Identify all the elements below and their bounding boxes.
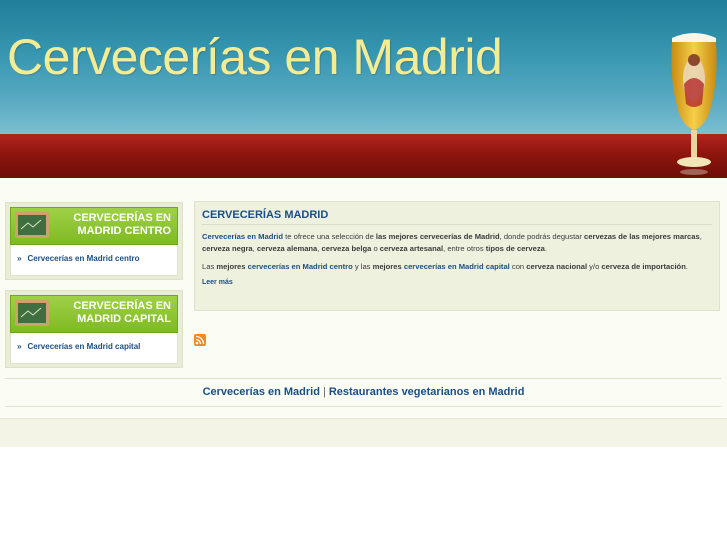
header-red-band bbox=[0, 134, 727, 178]
text: y las bbox=[352, 262, 373, 271]
footer-links: Cervecerías en Madrid | Restaurantes veget… bbox=[0, 386, 727, 398]
text: Las bbox=[202, 262, 217, 271]
text-strong: tipos de cerveza bbox=[485, 244, 545, 253]
text: y/o bbox=[587, 262, 602, 271]
text: te ofrece una selección de bbox=[283, 232, 376, 241]
footer-divider-top bbox=[5, 378, 721, 379]
sidebar-box-header: CERVECERÍAS EN MADRID CENTRO bbox=[10, 207, 178, 245]
text: o bbox=[371, 244, 380, 253]
header-banner: Cervecerías en Madrid bbox=[0, 0, 727, 178]
text-strong: las mejores cervecerías de Madrid bbox=[375, 232, 500, 241]
sidebar-box-centro: CERVECERÍAS EN MADRID CENTRO » Cervecería… bbox=[5, 202, 183, 280]
text: , donde podrás degustar bbox=[499, 232, 585, 241]
sidebar-box-title: CERVECERÍAS EN MADRID CENTRO bbox=[73, 212, 171, 237]
sidebar-link-label: Cervecerías en Madrid centro bbox=[27, 254, 140, 263]
footer-divider-bottom bbox=[5, 406, 721, 407]
text-strong: cerveza nacional bbox=[526, 262, 588, 271]
bullet-icon: » bbox=[17, 342, 22, 351]
link-cervecerias-madrid[interactable]: Cervecerías en Madrid bbox=[202, 232, 283, 241]
chalkboard-icon bbox=[15, 212, 49, 238]
text: , entre otros bbox=[443, 244, 486, 253]
article-box: CERVECERÍAS MADRID Cervecerías en Madrid… bbox=[194, 201, 720, 311]
article-paragraph-2: Las mejores cervecerías en Madrid centro… bbox=[202, 261, 712, 273]
sidebar-link-madrid-capital[interactable]: » Cervecerías en Madrid capital bbox=[17, 342, 140, 351]
sidebar-link-label: Cervecerías en Madrid capital bbox=[27, 342, 141, 351]
text-strong: cervezas de las mejores marcas bbox=[584, 232, 700, 241]
text-strong: cerveza belga bbox=[321, 244, 372, 253]
article-title: CERVECERÍAS MADRID bbox=[202, 209, 712, 225]
site-title[interactable]: Cervecerías en Madrid bbox=[7, 28, 503, 86]
text: , bbox=[699, 232, 702, 241]
text-strong: cerveza alemana bbox=[256, 244, 318, 253]
sidebar-box-body: » Cervecerías en Madrid capital bbox=[10, 333, 178, 364]
text: con bbox=[509, 262, 527, 271]
footer-link-cervecerias[interactable]: Cervecerías en Madrid bbox=[203, 386, 320, 398]
read-more-link[interactable]: Leer más bbox=[202, 279, 712, 286]
link-madrid-capital[interactable]: cervecerías en Madrid capital bbox=[404, 262, 510, 271]
beer-glass-icon bbox=[671, 33, 717, 175]
chalkboard-icon bbox=[15, 300, 49, 326]
text-strong: mejores bbox=[372, 262, 402, 271]
text-strong: cerveza negra bbox=[202, 244, 253, 253]
bullet-icon: » bbox=[17, 254, 22, 263]
text: . bbox=[685, 262, 688, 271]
link-madrid-centro[interactable]: cervecerías en Madrid centro bbox=[248, 262, 353, 271]
footer-separator: | bbox=[322, 386, 326, 398]
sidebar-box-header: CERVECERÍAS EN MADRID CAPITAL bbox=[10, 295, 178, 333]
bottom-strip bbox=[0, 418, 727, 447]
text: . bbox=[544, 244, 547, 253]
sidebar-box-title: CERVECERÍAS EN MADRID CAPITAL bbox=[73, 300, 171, 325]
sidebar-box-capital: CERVECERÍAS EN MADRID CAPITAL » Cervecerí… bbox=[5, 290, 183, 368]
article-paragraph-1: Cervecerías en Madrid te ofrece una sele… bbox=[202, 231, 712, 255]
rss-feed-icon[interactable] bbox=[194, 334, 206, 346]
sidebar-box-body: » Cervecerías en Madrid centro bbox=[10, 245, 178, 276]
text-strong: cerveza artesanal bbox=[379, 244, 444, 253]
sidebar-link-madrid-centro[interactable]: » Cervecerías en Madrid centro bbox=[17, 254, 140, 263]
footer-link-vegetarianos[interactable]: Restaurantes vegetarianos en Madrid bbox=[329, 386, 525, 398]
text-strong: cerveza de importación bbox=[601, 262, 686, 271]
text-strong: mejores bbox=[216, 262, 246, 271]
